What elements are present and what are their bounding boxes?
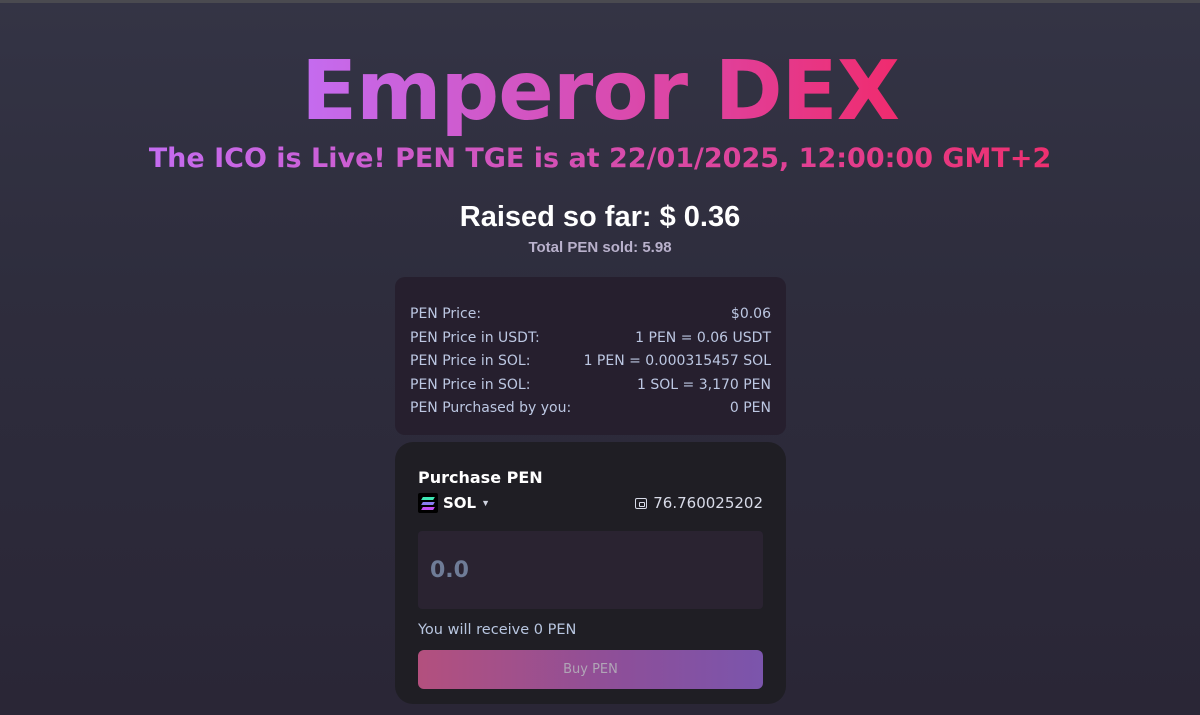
balance-value: 76.760025202 xyxy=(653,494,763,512)
info-value: 1 PEN = 0.000315457 SOL xyxy=(583,353,771,370)
purchase-card: Purchase PEN SOL ▼ 76.760025202 You will… xyxy=(395,442,786,704)
receive-text: You will receive 0 PEN xyxy=(418,622,577,638)
info-value: 1 SOL = 3,170 PEN xyxy=(637,376,771,393)
ico-subtitle: The ICO is Live! PEN TGE is at 22/01/202… xyxy=(0,142,1200,176)
token-selector[interactable]: SOL ▼ xyxy=(418,493,490,513)
chevron-down-icon: ▼ xyxy=(481,498,491,508)
purchase-title: Purchase PEN xyxy=(418,468,543,487)
page-title: Emperor DEX xyxy=(0,44,1200,140)
info-label: PEN Price in SOL: xyxy=(410,376,531,393)
token-row: SOL ▼ 76.760025202 xyxy=(418,492,763,514)
ico-subtitle-text: The ICO is Live! PEN TGE is at 22/01/202… xyxy=(148,143,1052,174)
info-label: PEN Price in USDT: xyxy=(410,329,540,346)
wallet-icon xyxy=(635,497,648,509)
info-row-price-sol: PEN Price in SOL: 1 PEN = 0.000315457 SO… xyxy=(410,350,771,374)
info-value: $0.06 xyxy=(730,306,771,322)
info-row-sol-rate: PEN Price in SOL: 1 SOL = 3,170 PEN xyxy=(410,374,771,398)
raised-amount: Raised so far: $ 0.36 xyxy=(459,201,741,233)
browser-top-strip xyxy=(0,0,1200,3)
info-label: PEN Purchased by you: xyxy=(410,400,572,417)
wallet-balance: 76.760025202 xyxy=(635,494,763,512)
page-title-text: Emperor DEX xyxy=(301,44,900,139)
info-row-price: PEN Price: $0.06 xyxy=(410,303,771,327)
info-row-purchased: PEN Purchased by you: 0 PEN xyxy=(410,397,771,421)
total-sold: Total PEN sold: 5.98 xyxy=(528,239,672,256)
solana-logo-icon xyxy=(418,493,438,513)
token-name: SOL xyxy=(443,494,477,512)
amount-input[interactable] xyxy=(418,531,763,609)
info-label: PEN Price in SOL: xyxy=(410,353,531,370)
buy-button[interactable]: Buy PEN xyxy=(418,650,763,689)
info-row-price-usdt: PEN Price in USDT: 1 PEN = 0.06 USDT xyxy=(410,327,771,351)
info-label: PEN Price: xyxy=(410,306,482,322)
price-info-card: PEN Price: $0.06 PEN Price in USDT: 1 PE… xyxy=(395,277,786,435)
info-value: 1 PEN = 0.06 USDT xyxy=(635,329,771,346)
info-value: 0 PEN xyxy=(729,400,771,417)
